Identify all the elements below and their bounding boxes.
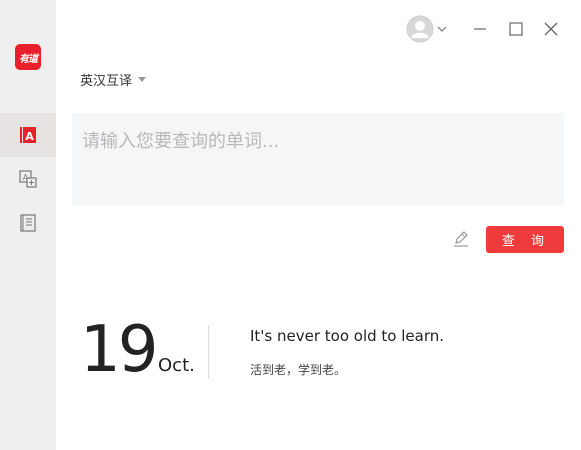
daily-sentence-zh: 活到老，学到老。 bbox=[250, 363, 347, 377]
logo-text: 有道 bbox=[19, 53, 38, 65]
search-button[interactable]: 查 询 bbox=[486, 226, 564, 253]
close-button[interactable] bbox=[540, 18, 562, 40]
dictionary-icon: A bbox=[20, 127, 36, 143]
main-panel: 英汉互译 查 询 19 Oct. It's never too old to l… bbox=[56, 0, 581, 450]
wordbook-icon bbox=[20, 214, 36, 232]
daily-sentence-en: It's never too old to learn. bbox=[250, 327, 445, 345]
handwriting-button[interactable] bbox=[452, 230, 472, 250]
caret-down-icon bbox=[138, 77, 147, 82]
avatar-icon bbox=[406, 15, 433, 43]
sidebar: 有道 A A bbox=[0, 0, 56, 450]
pen-icon bbox=[454, 231, 468, 247]
divider bbox=[208, 325, 209, 379]
chevron-down-icon bbox=[437, 26, 446, 32]
minimize-button[interactable] bbox=[469, 18, 491, 40]
svg-text:A: A bbox=[25, 130, 34, 143]
query-input[interactable] bbox=[72, 113, 564, 205]
close-icon bbox=[544, 22, 558, 36]
youdao-logo: 有道 bbox=[15, 44, 41, 70]
sidebar-item-dictionary[interactable]: A bbox=[0, 113, 56, 157]
sidebar-item-wordbook[interactable] bbox=[0, 201, 56, 245]
maximize-button[interactable] bbox=[505, 18, 527, 40]
sidebar-item-translate[interactable]: A bbox=[0, 157, 56, 201]
account-button[interactable] bbox=[404, 14, 448, 44]
translate-icon: A bbox=[19, 170, 37, 188]
language-selector[interactable]: 英汉互译 bbox=[80, 70, 147, 89]
minimize-icon bbox=[474, 28, 486, 30]
date-day: 19 bbox=[80, 313, 158, 387]
date-month: Oct. bbox=[158, 355, 195, 376]
language-label: 英汉互译 bbox=[80, 74, 133, 89]
maximize-icon bbox=[509, 22, 523, 36]
